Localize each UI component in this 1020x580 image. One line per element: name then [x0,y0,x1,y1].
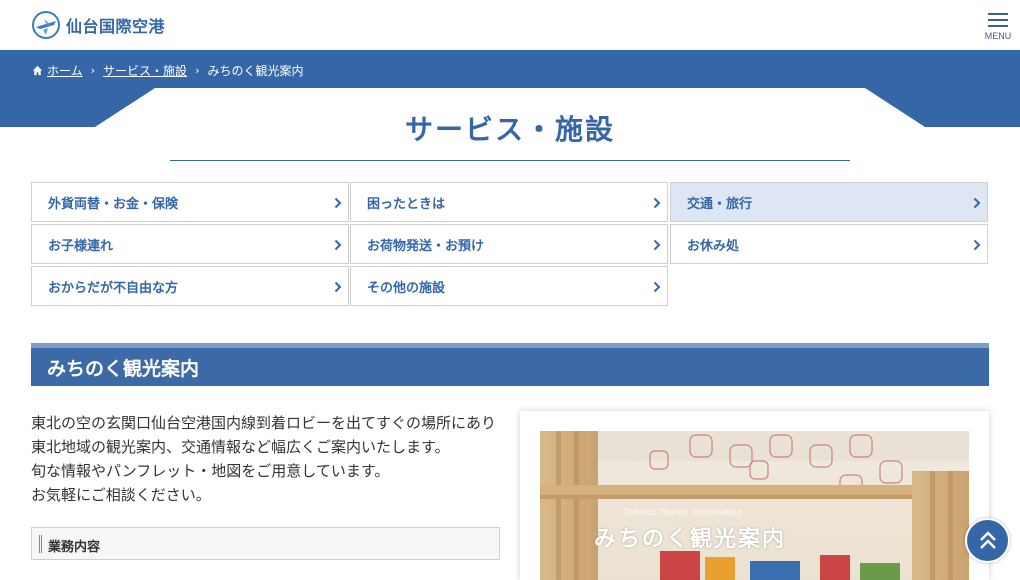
breadcrumb-current: みちのく観光案内 [207,64,304,78]
service-item-label: お子様連れ [48,238,114,254]
photo-sign-english: Tohoku Tourist Information [624,507,743,517]
intro-line: 東北地域の観光案内、交通情報など幅広くご案内いたします。 [31,438,450,456]
service-item-label: 外貨両替・お金・保険 [48,196,179,212]
service-item-rest[interactable]: お休み処 [670,224,988,264]
tourist-info-photo: Tohoku Tourist Information みちのく観光案内 [540,431,969,580]
breadcrumb-home-link[interactable]: ホーム [47,62,83,79]
double-chevron-up-icon [980,531,996,549]
breadcrumb-separator: › [90,64,96,77]
tourist-info-photo-art [540,431,969,580]
breadcrumb: ホーム › サービス・施設 › みちのく観光案内 [32,62,303,79]
chevron-right-icon [334,281,342,293]
service-item-other[interactable]: その他の施設 [350,266,668,306]
page-title: サービス・施設 [404,113,615,146]
service-item-transport[interactable]: 交通・旅行 [670,182,988,222]
menu-label: MENU [984,31,1012,41]
chevron-right-icon [973,197,981,209]
service-item-accessibility[interactable]: おからだが不自由な方 [31,266,349,306]
photo-card: Tohoku Tourist Information みちのく観光案内 [520,411,989,580]
service-item-label: お休み処 [687,238,740,254]
chevron-right-icon [653,281,661,293]
service-item-label: お荷物発送・お預け [367,238,485,254]
intro-text: 東北の空の玄関口仙台空港国内線到着ロビーを出てすぐの場所にあり 東北地域の観光案… [31,411,511,507]
site-header: 仙台国際空港 MENU [0,0,1020,50]
chevron-right-icon [653,197,661,209]
back-to-top-button[interactable] [965,518,1010,563]
site-logo[interactable]: 仙台国際空港 [30,10,165,40]
intro-line: 旬な情報やパンフレット・地図をご用意しています。 [31,462,390,480]
service-item-baggage[interactable]: お荷物発送・お預け [350,224,668,264]
chevron-right-icon [653,239,661,251]
menu-button[interactable]: MENU [982,10,1014,44]
hamburger-icon [982,10,1014,27]
service-item-children[interactable]: お子様連れ [31,224,349,264]
service-item-label: おからだが不自由な方 [48,280,179,296]
airport-logo-icon [32,11,60,39]
service-item-label: その他の施設 [367,280,446,296]
title-divider [170,160,850,161]
service-item-currency[interactable]: 外貨両替・お金・保険 [31,182,349,222]
section-heading: みちのく観光案内 [31,343,989,386]
logo-text: 仙台国際空港 [66,17,166,36]
service-item-label: 困ったときは [367,196,446,212]
sub-heading-text: 業務内容 [48,540,101,555]
breadcrumb-separator: › [195,64,200,77]
photo-sign-japanese: みちのく観光案内 [594,527,787,552]
service-item-help[interactable]: 困ったときは [350,182,668,222]
intro-line: お気軽にご相談ください。 [31,486,211,504]
home-icon [32,65,43,76]
chevron-right-icon [973,239,981,251]
service-item-label: 交通・旅行 [687,196,753,212]
breadcrumb-parent-link[interactable]: サービス・施設 [103,62,187,79]
chevron-right-icon [334,197,342,209]
sub-heading: 業務内容 [31,527,500,560]
intro-line: 東北の空の玄関口仙台空港国内線到着ロビーを出てすぐの場所にあり [31,414,497,432]
chevron-right-icon [334,239,342,251]
sub-heading-marker [39,535,42,553]
section-heading-text: みちのく観光案内 [47,358,200,380]
